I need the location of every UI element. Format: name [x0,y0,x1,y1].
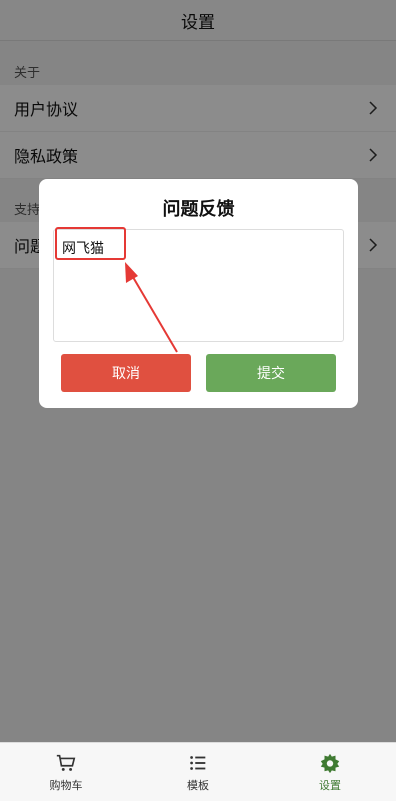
cart-icon [56,754,76,771]
dialog-title: 问题反馈 [162,199,235,220]
feedback-dialog: 问题反馈 网飞猫 取消 提交 [39,179,358,408]
nav-item-templates[interactable]: 模板 [132,752,264,793]
nav-item-settings[interactable]: 设置 [264,752,396,793]
nav-label: 设置 [319,778,341,792]
cancel-button[interactable]: 取消 [61,354,191,392]
bottom-nav: 购物车 模板 设置 [0,742,396,801]
nav-label: 模板 [187,778,209,792]
highlight-box [55,227,126,260]
gear-icon [320,753,340,773]
nav-label: 购物车 [49,778,83,792]
list-icon [190,755,206,770]
submit-button[interactable]: 提交 [206,354,336,392]
nav-item-cart[interactable]: 购物车 [0,752,132,793]
